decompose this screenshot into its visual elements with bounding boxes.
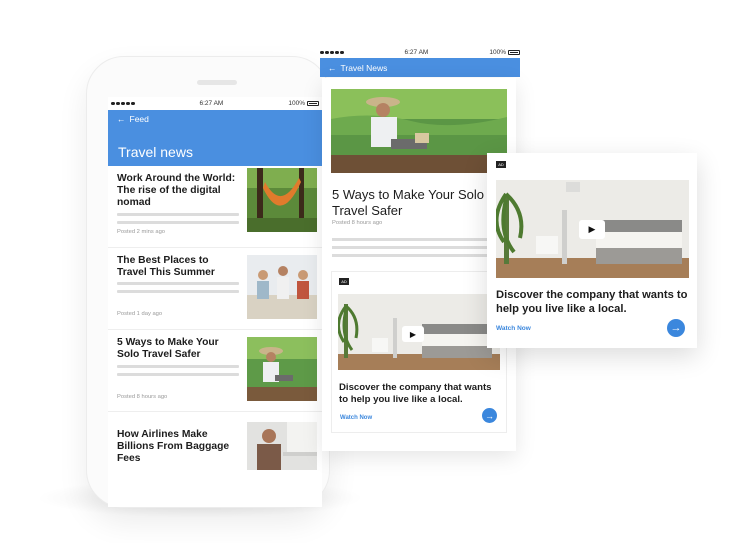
- battery-percent: 100%: [489, 49, 506, 56]
- tablet-status-bar: 6:27 AM 100%: [320, 47, 520, 58]
- ad-badge: AD: [496, 161, 506, 168]
- floating-ad-card[interactable]: AD ▶ Discover the company that wants to …: [487, 153, 697, 348]
- status-time: 6:27 AM: [404, 49, 429, 56]
- ad-card[interactable]: AD ▶ Discover the company that wants to …: [331, 271, 507, 433]
- back-label: Feed: [129, 114, 149, 124]
- arrow-right-icon[interactable]: →: [667, 319, 685, 337]
- feed-item-title: The Best Places to Travel This Summer: [117, 255, 215, 278]
- friends-beach-photo: [247, 255, 317, 319]
- feed-item-title: Work Around the World: The rise of the d…: [117, 173, 236, 208]
- battery-icon: [306, 101, 319, 106]
- article-hero-image: [331, 89, 507, 173]
- back-label[interactable]: Travel News: [341, 63, 388, 73]
- feed-item[interactable]: The Best Places to Travel This Summer Po…: [108, 248, 322, 330]
- ad-headline: Discover the company that wants to help …: [496, 289, 688, 315]
- phone-device: 6:27 AM 100% ← Feed Travel news Work Aro…: [86, 56, 330, 508]
- feed-header: ← Feed Travel news: [108, 110, 322, 166]
- feed-item-time: Posted 8 hours ago: [117, 394, 168, 400]
- section-title: Travel news: [118, 144, 193, 160]
- feed-item[interactable]: How Airlines Make Billions From Baggage …: [108, 412, 322, 507]
- battery-percent: 100%: [288, 100, 305, 107]
- watch-now-link[interactable]: Watch Now: [496, 325, 531, 332]
- feed-item-title: How Airlines Make Billions From Baggage …: [117, 429, 230, 464]
- back-button[interactable]: ← Feed: [117, 114, 149, 124]
- back-arrow-icon: ←: [117, 114, 126, 124]
- article-time: Posted 8 hours ago: [332, 220, 383, 226]
- battery-icon: [507, 50, 520, 55]
- article-title: 5 Ways to Make Your Solo Travel Safer: [332, 187, 484, 218]
- signal-icon: [111, 101, 135, 106]
- signal-icon: [320, 50, 344, 55]
- feed-item-time: Posted 1 day ago: [117, 311, 163, 317]
- ad-headline: Discover the company that wants to help …: [339, 382, 492, 405]
- watch-now-link[interactable]: Watch Now: [340, 415, 372, 421]
- phone-screen: 6:27 AM 100% ← Feed Travel news Work Aro…: [108, 97, 322, 507]
- hammock-photo: [247, 168, 317, 232]
- feed-item-title: 5 Ways to Make Your Solo Travel Safer: [117, 337, 219, 360]
- feed-item[interactable]: 5 Ways to Make Your Solo Travel Safer Po…: [108, 330, 322, 412]
- arrow-right-icon[interactable]: →: [482, 408, 497, 423]
- play-icon[interactable]: ▶: [579, 220, 605, 239]
- phone-speaker: [197, 80, 237, 85]
- status-time: 6:27 AM: [199, 100, 224, 107]
- back-arrow-icon[interactable]: ←: [328, 63, 337, 73]
- tablet-header: ← Travel News: [320, 58, 520, 77]
- ad-badge: AD: [339, 278, 349, 285]
- play-icon[interactable]: ▶: [402, 326, 424, 342]
- feed-item[interactable]: Work Around the World: The rise of the d…: [108, 166, 322, 248]
- office-photo: [247, 422, 317, 470]
- phone-status-bar: 6:27 AM 100%: [108, 97, 322, 110]
- traveler-hill-photo: [247, 337, 317, 401]
- feed-item-time: Posted 2 mins ago: [117, 229, 166, 235]
